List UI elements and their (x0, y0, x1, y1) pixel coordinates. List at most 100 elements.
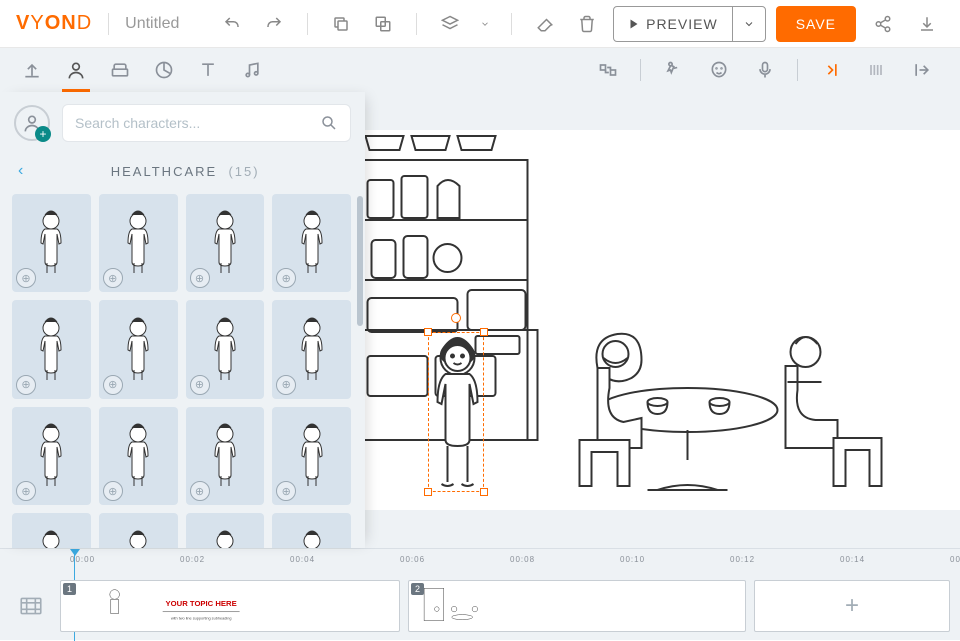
zoom-icon[interactable]: ⊕ (103, 481, 123, 501)
character-cell[interactable]: ⊕ (99, 194, 178, 292)
time-ruler[interactable]: 00:0000:0200:0400:0600:0800:1000:1200:14… (0, 549, 960, 571)
character-cell[interactable]: ⊕ (272, 300, 351, 398)
resize-handle-tl[interactable] (424, 328, 432, 336)
rotate-handle[interactable] (451, 313, 461, 323)
motion-button[interactable] (854, 48, 898, 92)
ruler-tick: 00:12 (730, 555, 755, 564)
category-header: ‹ HEALTHCARE (15) (0, 148, 365, 190)
ruler-tick: 00:16 (950, 555, 960, 564)
zoom-icon[interactable]: ⊕ (190, 268, 210, 288)
zoom-icon[interactable]: ⊕ (190, 481, 210, 501)
zoom-icon[interactable]: ⊕ (103, 375, 123, 395)
action-button[interactable] (651, 48, 695, 92)
mic-button[interactable] (743, 48, 787, 92)
preview-dropdown[interactable] (732, 7, 765, 41)
delete-button[interactable] (570, 7, 604, 41)
character-cell[interactable]: ⊕ (272, 194, 351, 292)
audio-tab[interactable] (230, 48, 274, 92)
divider (416, 13, 417, 35)
zoom-icon[interactable]: ⊕ (276, 268, 296, 288)
redo-button[interactable] (257, 7, 291, 41)
character-cell[interactable]: ⊕ (272, 407, 351, 505)
resize-handle-br[interactable] (480, 488, 488, 496)
add-scene-button[interactable]: + (754, 580, 950, 632)
search-input[interactable] (75, 115, 320, 131)
character-cell[interactable]: ⊕ (186, 194, 265, 292)
text-tab[interactable] (186, 48, 230, 92)
character-cell[interactable]: ⊕ (186, 513, 265, 548)
swap-button[interactable] (586, 48, 630, 92)
character-grid: ⊕ ⊕ ⊕ ⊕ ⊕ ⊕ ⊕ (12, 194, 355, 548)
document-title[interactable]: Untitled (125, 15, 179, 33)
scene-thumb-1[interactable]: 1 YOUR TOPIC HEREwith two line supportin… (60, 580, 400, 632)
paste-button[interactable] (366, 7, 400, 41)
expression-button[interactable] (697, 48, 741, 92)
ruler-tick: 00:14 (840, 555, 865, 564)
exit-button[interactable] (900, 48, 944, 92)
scrollbar[interactable] (357, 196, 363, 326)
layers-button[interactable] (433, 7, 467, 41)
svg-text:with two line supporting subhe: with two line supporting subheading (171, 616, 232, 620)
divider (307, 13, 308, 35)
ruler-tick: 00:02 (180, 555, 205, 564)
save-button[interactable]: SAVE (776, 6, 856, 42)
enter-button[interactable] (808, 48, 852, 92)
canvas-area[interactable] (365, 92, 960, 548)
ruler-tick: 00:08 (510, 555, 535, 564)
preview-button[interactable]: PREVIEW (614, 16, 732, 32)
share-button[interactable] (866, 7, 900, 41)
resize-handle-bl[interactable] (424, 488, 432, 496)
character-cell[interactable]: ⊕ (99, 300, 178, 398)
search-field[interactable] (62, 104, 351, 142)
resize-handle-tr[interactable] (480, 328, 488, 336)
logo: VYOND (16, 12, 92, 35)
scene-settings-button[interactable] (10, 580, 52, 632)
preview-button-group: PREVIEW (613, 6, 766, 42)
character-cell[interactable]: ⊕ (186, 300, 265, 398)
canvas[interactable] (365, 130, 960, 510)
divider (511, 13, 512, 35)
character-cell[interactable]: ⊕ (12, 407, 91, 505)
category-title: HEALTHCARE (15) (23, 164, 347, 179)
character-cell[interactable]: ⊕ (12, 513, 91, 548)
chart-tab[interactable] (142, 48, 186, 92)
ruler-tick: 00:04 (290, 555, 315, 564)
main-area: + ‹ HEALTHCARE (15) ⊕ ⊕ (0, 92, 960, 548)
zoom-icon[interactable]: ⊕ (276, 375, 296, 395)
plus-icon: + (35, 126, 51, 142)
character-cell[interactable]: ⊕ (186, 407, 265, 505)
zoom-icon[interactable]: ⊕ (16, 375, 36, 395)
divider (108, 13, 109, 35)
layers-dropdown[interactable] (475, 7, 495, 41)
divider (640, 59, 641, 81)
top-bar: VYOND Untitled PREVIEW SAVE (0, 0, 960, 48)
zoom-icon[interactable]: ⊕ (16, 481, 36, 501)
ruler-tick: 00:10 (620, 555, 645, 564)
tracks: 1 YOUR TOPIC HEREwith two line supportin… (0, 571, 960, 640)
ruler-tick: 00:06 (400, 555, 425, 564)
zoom-icon[interactable]: ⊕ (190, 375, 210, 395)
zoom-icon[interactable]: ⊕ (276, 481, 296, 501)
zoom-icon[interactable]: ⊕ (103, 268, 123, 288)
character-cell[interactable]: ⊕ (12, 300, 91, 398)
tool-row (0, 48, 960, 92)
eraser-button[interactable] (528, 7, 562, 41)
prop-tab[interactable] (98, 48, 142, 92)
character-tab[interactable] (54, 48, 98, 92)
zoom-icon[interactable]: ⊕ (16, 268, 36, 288)
divider (797, 59, 798, 81)
grid-wrap: ⊕ ⊕ ⊕ ⊕ ⊕ ⊕ ⊕ (0, 190, 365, 548)
undo-button[interactable] (215, 7, 249, 41)
search-icon (320, 114, 338, 132)
scene1-title-text: YOUR TOPIC HERE (166, 599, 237, 608)
download-button[interactable] (910, 7, 944, 41)
selection-box[interactable] (428, 332, 484, 492)
character-cell[interactable]: ⊕ (12, 194, 91, 292)
character-cell[interactable]: ⊕ (272, 513, 351, 548)
copy-button[interactable] (324, 7, 358, 41)
character-cell[interactable]: ⊕ (99, 407, 178, 505)
character-cell[interactable]: ⊕ (99, 513, 178, 548)
upload-tab[interactable] (10, 48, 54, 92)
add-character-button[interactable]: + (14, 105, 50, 141)
scene-thumb-2[interactable]: 2 (408, 580, 746, 632)
